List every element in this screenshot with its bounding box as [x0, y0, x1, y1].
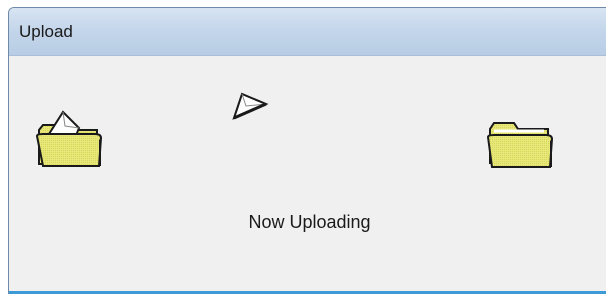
upload-dialog: Upload Now Uploading: [8, 7, 606, 294]
status-text: Now Uploading: [248, 212, 371, 232]
document-page-icon: [232, 92, 269, 120]
window-title: Upload: [19, 22, 73, 41]
destination-folder-icon: [486, 122, 554, 168]
source-folder-icon: [35, 110, 103, 167]
title-bar[interactable]: Upload: [9, 8, 606, 56]
dialog-body: Now Uploading: [9, 56, 606, 294]
bottom-border: [9, 291, 606, 294]
